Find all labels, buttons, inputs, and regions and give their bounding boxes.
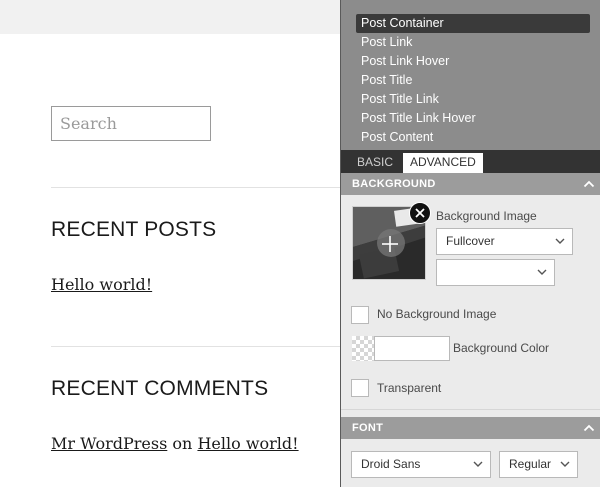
selector-item-post-title-link-hover[interactable]: Post Title Link Hover	[356, 109, 590, 128]
transparent-checkbox[interactable]	[351, 379, 369, 397]
font-family-value: Droid Sans	[361, 457, 421, 471]
selector-item-post-link-hover[interactable]: Post Link Hover	[356, 52, 590, 71]
recent-posts-title: RECENT POSTS	[51, 218, 217, 241]
recent-post-link[interactable]: Hello world!	[51, 275, 152, 294]
font-family-select[interactable]: Droid Sans	[351, 451, 491, 478]
tab-advanced[interactable]: ADVANCED	[403, 153, 483, 173]
chevron-down-icon	[560, 461, 570, 467]
widget-divider	[51, 346, 341, 347]
recent-comments-title: RECENT COMMENTS	[51, 377, 269, 400]
search-field[interactable]	[51, 106, 211, 141]
font-weight-select[interactable]: Regular	[499, 451, 578, 478]
site-header-strip	[0, 0, 341, 34]
comment-connector-text: on	[172, 434, 193, 453]
chevron-down-icon	[473, 461, 483, 467]
selector-item-post-container[interactable]: Post Container	[356, 14, 590, 33]
background-section-header[interactable]: BACKGROUND	[341, 173, 600, 195]
background-color-swatch[interactable]	[352, 336, 374, 361]
selector-item-post-title-link[interactable]: Post Title Link	[356, 90, 590, 109]
style-editor-panel: Post Container Post Link Post Link Hover…	[340, 0, 600, 487]
section-divider	[341, 409, 600, 410]
tab-basic[interactable]: BASIC	[350, 153, 400, 173]
recent-comment-item: Mr WordPress on Hello world!	[51, 434, 299, 453]
chevron-down-icon	[555, 238, 565, 244]
background-image-label: Background Image	[436, 209, 537, 223]
background-color-label: Background Color	[453, 341, 550, 355]
selector-item-post-content[interactable]: Post Content	[356, 128, 590, 147]
selector-item-post-link[interactable]: Post Link	[356, 33, 590, 52]
no-background-image-label: No Background Image	[377, 307, 497, 321]
background-position-select[interactable]	[436, 259, 555, 286]
comment-post-link[interactable]: Hello world!	[197, 434, 298, 453]
chevron-up-icon[interactable]	[583, 422, 595, 434]
background-size-value: Fullcover	[446, 234, 495, 248]
close-icon	[415, 208, 425, 218]
site-preview: RECENT POSTS Hello world! RECENT COMMENT…	[0, 0, 341, 487]
background-size-select[interactable]: Fullcover	[436, 228, 573, 255]
font-section-header[interactable]: FONT	[341, 417, 600, 439]
selector-list: Post Container Post Link Post Link Hover…	[341, 0, 600, 150]
no-background-image-checkbox[interactable]	[351, 306, 369, 324]
search-input[interactable]	[52, 107, 210, 140]
chevron-down-icon	[537, 269, 547, 275]
comment-author-link[interactable]: Mr WordPress	[51, 434, 167, 453]
widget-divider	[51, 187, 341, 188]
selector-item-post-title[interactable]: Post Title	[356, 71, 590, 90]
plus-icon[interactable]	[380, 234, 400, 254]
font-section-title: FONT	[352, 422, 384, 434]
font-weight-value: Regular	[509, 457, 552, 471]
chevron-up-icon[interactable]	[583, 178, 595, 190]
background-color-input[interactable]	[374, 336, 450, 361]
remove-image-button[interactable]	[409, 202, 431, 224]
transparent-label: Transparent	[377, 381, 442, 395]
recent-post-item: Hello world!	[51, 275, 152, 294]
panel-tabs: BASIC ADVANCED	[341, 150, 600, 173]
background-section-title: BACKGROUND	[352, 178, 436, 190]
